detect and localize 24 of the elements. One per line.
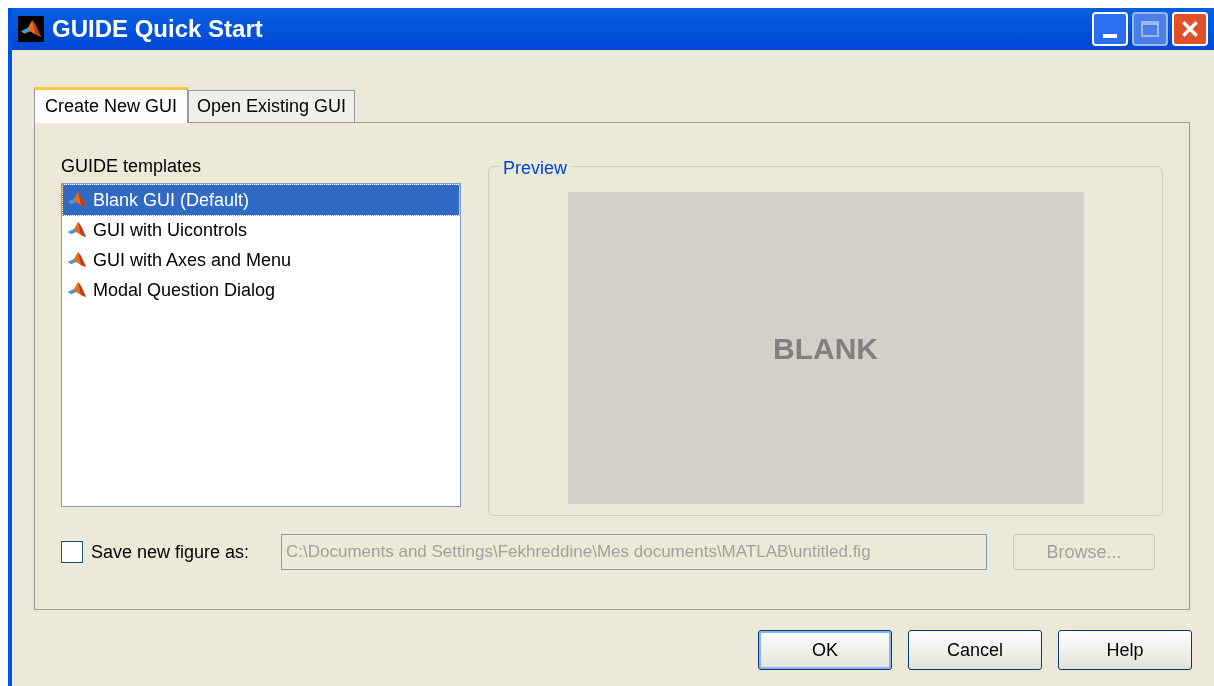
save-checkbox[interactable] xyxy=(61,541,83,563)
minimize-button[interactable] xyxy=(1092,12,1128,46)
window-title: GUIDE Quick Start xyxy=(52,14,264,44)
app-icon xyxy=(20,18,42,40)
tab[interactable]: Create New GUI xyxy=(34,87,189,123)
dialog-button[interactable]: Help xyxy=(1058,630,1192,670)
template-item[interactable]: Modal Question Dialog xyxy=(63,275,459,305)
minimize-icon xyxy=(1103,34,1117,38)
close-icon xyxy=(1181,20,1199,38)
save-label: Save new figure as: xyxy=(91,540,251,564)
template-item[interactable]: Blank GUI (Default) xyxy=(63,185,459,215)
template-name: GUI with Uicontrols xyxy=(93,218,248,242)
close-button[interactable] xyxy=(1172,12,1208,46)
template-item[interactable]: GUI with Uicontrols xyxy=(63,215,459,245)
tab[interactable]: Open Existing GUI xyxy=(188,90,356,122)
templates-label: GUIDE templates xyxy=(61,155,203,177)
template-name: Blank GUI (Default) xyxy=(93,188,250,212)
template-item[interactable]: GUI with Axes and Menu xyxy=(63,245,459,275)
template-name: GUI with Axes and Menu xyxy=(93,248,292,272)
preview-text: BLANK xyxy=(773,330,878,367)
template-name: Modal Question Dialog xyxy=(93,278,276,302)
maximize-icon xyxy=(1141,21,1159,37)
dialog-button[interactable]: OK xyxy=(758,630,892,670)
dialog-button[interactable]: Cancel xyxy=(908,630,1042,670)
